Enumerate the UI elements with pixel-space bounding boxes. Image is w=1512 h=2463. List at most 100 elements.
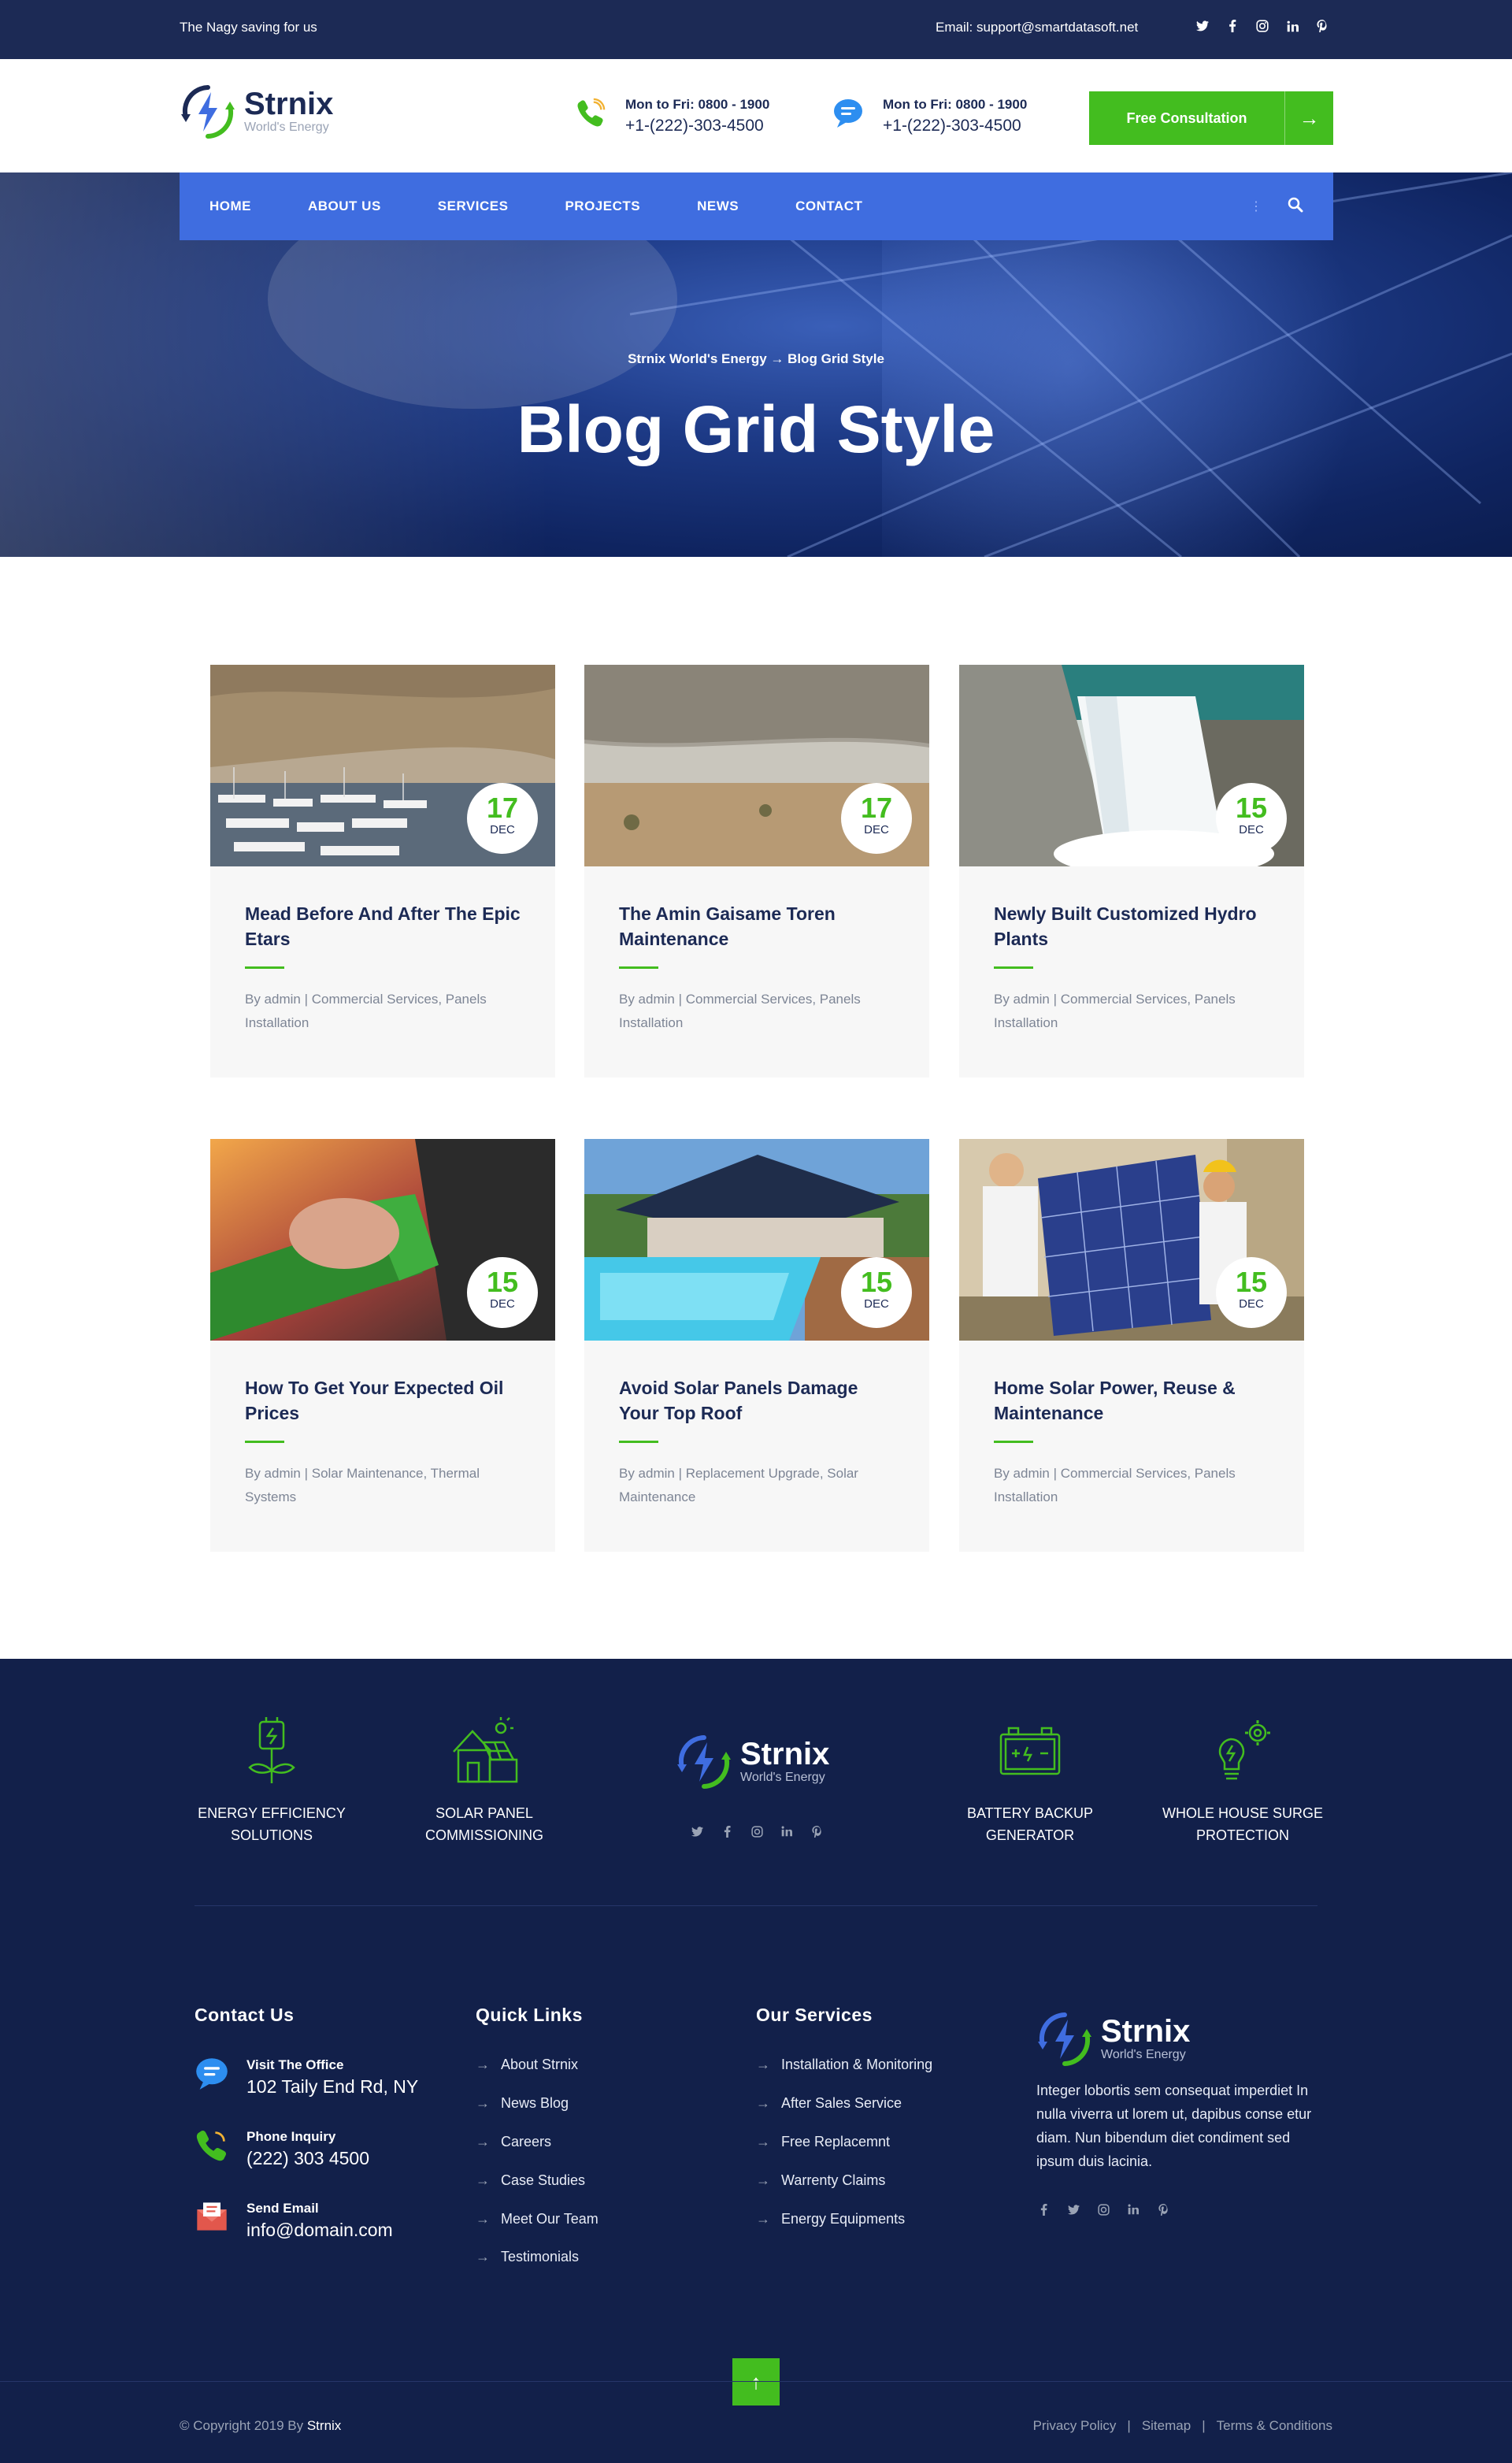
contact-phone: Phone Inquiry (222) 303 4500 [195, 2127, 369, 2170]
nav-contact[interactable]: CONTACT [795, 198, 862, 214]
post-date-badge: 15 DEC [841, 1257, 912, 1328]
bulb-gear-icon [1207, 1716, 1278, 1786]
footer-link-testimonials[interactable]: → Testimonials [476, 2249, 579, 2265]
phone-number[interactable]: +1-(222)-303-4500 [625, 114, 769, 138]
phone-number[interactable]: +1-(222)-303-4500 [883, 114, 1027, 138]
feature-energy-efficiency[interactable]: ENERGY EFFICIENCY SOLUTIONS [177, 1716, 366, 1846]
services-heading: Our Services [756, 2005, 873, 2025]
post-date-badge: 15 DEC [1216, 783, 1287, 854]
copyright: © Copyright 2019 By Strnix [180, 2418, 342, 2433]
post-title[interactable]: Mead Before And After The Epic Etars [245, 901, 528, 951]
pinterest-icon[interactable] [1156, 2201, 1170, 2218]
nav-projects[interactable]: PROJECTS [565, 198, 640, 214]
blog-card[interactable]: 15 DEC How To Get Your Expected Oil Pric… [210, 1139, 555, 1552]
blog-card[interactable]: 17 DEC Mead Before And After The Epic Et… [210, 665, 555, 1078]
feature-battery-backup[interactable]: BATTERY BACKUP GENERATOR [936, 1716, 1125, 1846]
terms-link[interactable]: Terms & Conditions [1217, 2418, 1332, 2434]
blog-card[interactable]: 15 DEC Avoid Solar Panels Damage Your To… [584, 1139, 929, 1552]
post-image-hydro-dam[interactable]: 15 DEC [959, 665, 1304, 866]
cta-label: Free Consultation [1126, 109, 1247, 126]
phone-icon [195, 2127, 229, 2162]
post-meta: By admin | Commercial Services, Panels I… [994, 1466, 1236, 1504]
footer-service-replacement[interactable]: → Free Replacemnt [756, 2134, 890, 2150]
footer-link-about[interactable]: → About Strnix [476, 2057, 578, 2073]
copyright-brand[interactable]: Strnix [307, 2418, 341, 2433]
nav-about-us[interactable]: ABOUT US [308, 198, 381, 214]
free-consultation-button[interactable]: Free Consultation → [1089, 91, 1333, 145]
pinterest-icon[interactable] [1315, 17, 1329, 35]
instagram-icon[interactable] [1255, 17, 1269, 35]
feature-solar-panel[interactable]: SOLAR PANEL COMMISSIONING [390, 1716, 579, 1846]
solar-house-icon [449, 1716, 520, 1786]
top-bar: The Nagy saving for us Email: support@sm… [0, 0, 1512, 59]
footer-link-news[interactable]: → News Blog [476, 2095, 569, 2112]
footer-about-text: Integer lobortis sem consequat imperdiet… [1036, 2083, 1312, 2169]
logo-name: Strnix [244, 87, 334, 121]
facebook-icon[interactable] [1036, 2201, 1051, 2218]
post-image-solar-workers[interactable]: 15 DEC [959, 1139, 1304, 1341]
post-image-lake-shore[interactable]: 17 DEC [584, 665, 929, 866]
post-title[interactable]: Home Solar Power, Reuse & Maintenance [994, 1375, 1277, 1426]
post-title[interactable]: The Amin Gaisame Toren Maintenance [619, 901, 902, 951]
logo-name: Strnix [1101, 2014, 1191, 2049]
nav-news[interactable]: NEWS [697, 198, 739, 214]
search-icon[interactable] [1288, 197, 1303, 217]
footer-service-installation[interactable]: → Installation & Monitoring [756, 2057, 932, 2073]
post-title[interactable]: Newly Built Customized Hydro Plants [994, 901, 1277, 951]
footer-link-case-studies[interactable]: → Case Studies [476, 2172, 585, 2189]
twitter-icon[interactable] [1195, 17, 1210, 35]
footer-link-team[interactable]: → Meet Our Team [476, 2211, 598, 2227]
post-image-marina[interactable]: 17 DEC [210, 665, 555, 866]
blog-card[interactable]: 15 DEC Newly Built Customized Hydro Plan… [959, 665, 1304, 1078]
logo-tagline: World's Energy [244, 121, 329, 134]
contact-email: Send Email info@domain.com [195, 2199, 393, 2242]
twitter-icon[interactable] [1066, 2201, 1080, 2218]
tagline: The Nagy saving for us [180, 20, 317, 35]
footer-about-logo[interactable]: Strnix World's Energy [1036, 2010, 1190, 2068]
facebook-icon[interactable] [1225, 17, 1240, 35]
post-image-pool-house[interactable]: 15 DEC [584, 1139, 929, 1341]
facebook-icon[interactable] [720, 1823, 734, 1840]
post-title[interactable]: Avoid Solar Panels Damage Your Top Roof [619, 1375, 902, 1426]
linkedin-icon[interactable] [780, 1823, 794, 1840]
breadcrumb: Strnix World's Energy → Blog Grid Style [628, 351, 884, 366]
support-email[interactable]: Email: support@smartdatasoft.net [936, 20, 1138, 35]
footer-logo[interactable]: Strnix World's Energy [676, 1733, 829, 1791]
blog-card[interactable]: 17 DEC The Amin Gaisame Toren Maintenanc… [584, 665, 929, 1078]
post-title[interactable]: How To Get Your Expected Oil Prices [245, 1375, 528, 1426]
instagram-icon[interactable] [1096, 2201, 1110, 2218]
linkedin-icon[interactable] [1126, 2201, 1140, 2218]
blog-card[interactable]: 15 DEC Home Solar Power, Reuse & Mainten… [959, 1139, 1304, 1552]
post-date-badge: 17 DEC [467, 783, 538, 854]
sitemap-link[interactable]: Sitemap [1142, 2418, 1191, 2434]
linkedin-icon[interactable] [1285, 17, 1299, 35]
contact-office: Visit The Office 102 Taily End Rd, NY [195, 2056, 418, 2098]
twitter-icon[interactable] [690, 1823, 704, 1840]
footer-service-equipments[interactable]: → Energy Equipments [756, 2211, 905, 2227]
footer-service-after-sales[interactable]: → After Sales Service [756, 2095, 902, 2112]
footer-service-warranty[interactable]: → Warrenty Claims [756, 2172, 885, 2189]
arrow-right-icon: → [1284, 91, 1333, 145]
privacy-policy-link[interactable]: Privacy Policy [1033, 2418, 1117, 2434]
nav-services[interactable]: SERVICES [438, 198, 509, 214]
chat-icon [195, 2056, 229, 2090]
logo-bolt-icon [180, 83, 236, 141]
legal-links: Privacy Policy | Sitemap | Terms & Condi… [1032, 2418, 1332, 2434]
header-phone-hours: Mon to Fri: 0800 - 1900 +1-(222)-303-450… [573, 95, 769, 138]
menu-dots-icon[interactable]: ⋮ [1250, 198, 1264, 214]
back-to-top-button[interactable]: ↑ [732, 2358, 780, 2406]
top-social-links [1195, 17, 1329, 35]
post-meta: By admin | Commercial Services, Panels I… [619, 992, 861, 1030]
quick-links-heading: Quick Links [476, 2005, 583, 2025]
pinterest-icon[interactable] [810, 1823, 824, 1840]
feature-surge-protection[interactable]: WHOLE HOUSE SURGE PROTECTION [1148, 1716, 1337, 1846]
post-image-fuel-pump[interactable]: 15 DEC [210, 1139, 555, 1341]
contact-heading: Contact Us [195, 2005, 295, 2025]
footer-link-careers[interactable]: → Careers [476, 2134, 551, 2150]
instagram-icon[interactable] [750, 1823, 764, 1840]
logo-name: Strnix [740, 1737, 830, 1771]
office-hours: Mon to Fri: 0800 - 1900 [625, 97, 770, 112]
nav-home[interactable]: HOME [209, 198, 251, 214]
site-logo[interactable]: Strnix World's Energy [180, 83, 333, 141]
logo-bolt-icon [676, 1733, 732, 1791]
